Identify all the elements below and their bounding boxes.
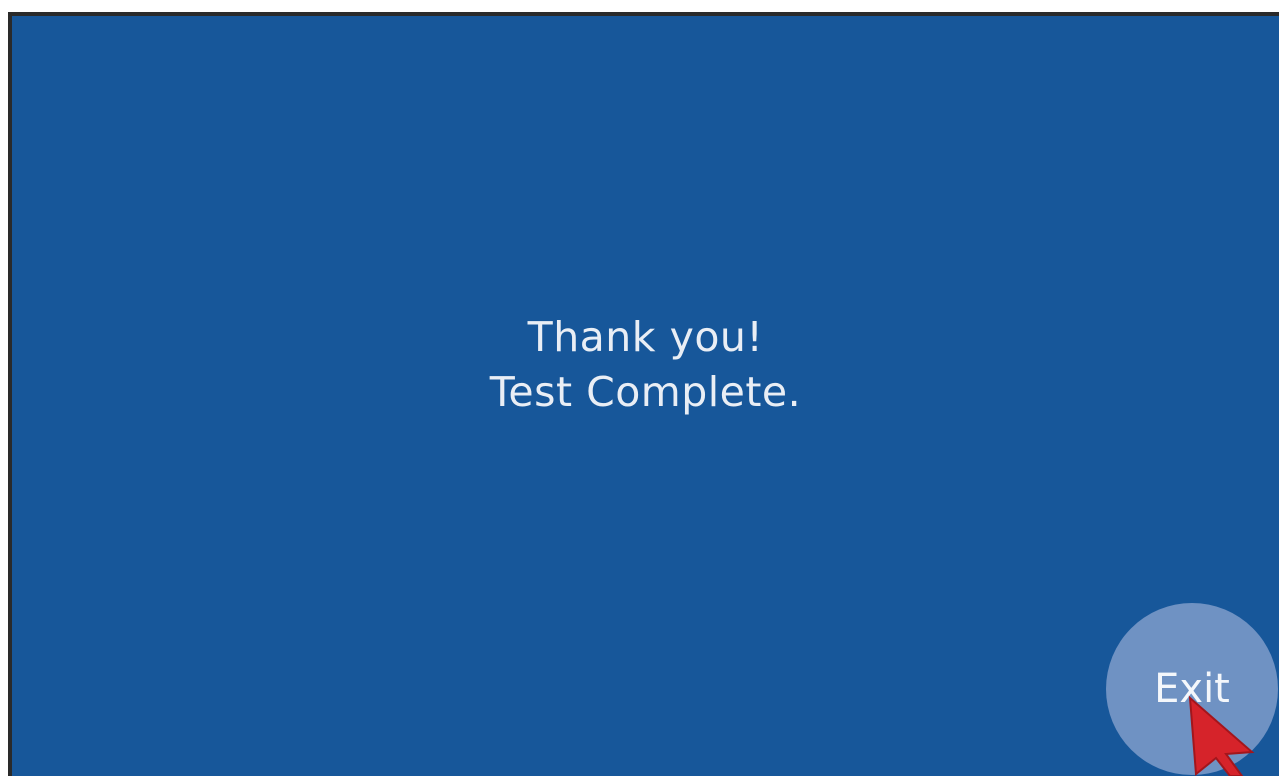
mouse-pointer-icon [1188,695,1255,776]
completion-message: Thank you! Test Complete. [12,310,1279,420]
test-complete-screen: Thank you! Test Complete. Exit [12,16,1279,776]
screen-frame: Thank you! Test Complete. Exit [8,12,1279,776]
thank-you-text: Thank you! [527,313,764,361]
test-complete-text: Test Complete. [489,368,802,416]
